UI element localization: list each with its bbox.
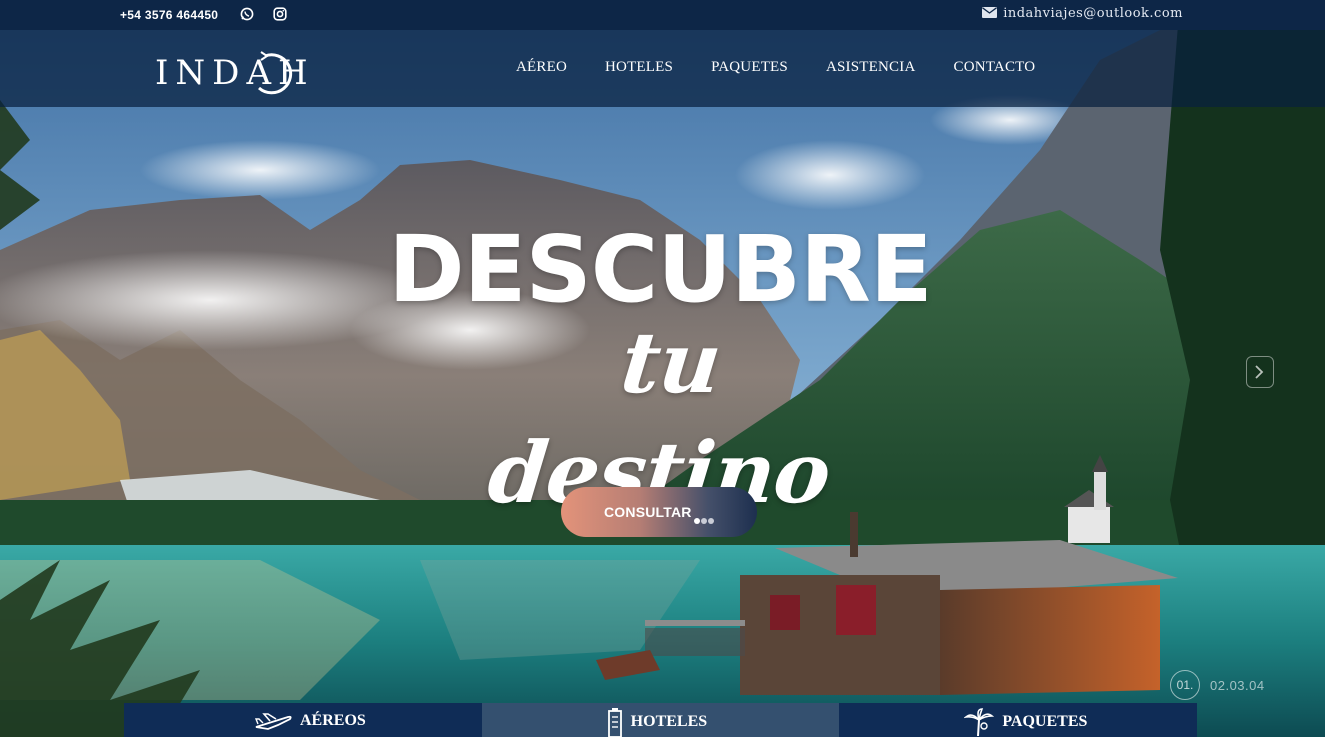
envelope-icon [982,7,998,18]
nav-link-hoteles[interactable]: HOTELES [596,59,682,76]
logo-crescent-icon [258,51,293,95]
nav-link-aereo[interactable]: AÉREO [507,59,576,76]
tab-aereos[interactable]: AÉREOS [124,703,482,737]
nav-link-asistencia[interactable]: ASISTENCIA [817,59,925,76]
nav-links: AÉREO HOTELES PAQUETES ASISTENCIA CONTAC… [497,59,1054,76]
loading-dots-icon [694,511,715,527]
hotel-building-icon [607,708,622,737]
slide-indicator-current[interactable]: 01. [1170,670,1200,700]
slider-next-button[interactable] [1246,356,1274,388]
airplane-icon [254,713,292,730]
palm-tree-icon [964,708,995,736]
hero-headline: DESCUBRE [388,216,933,323]
instagram-icon[interactable] [273,7,287,21]
phone-number[interactable]: +54 3576 464450 [120,8,218,22]
tab-paquetes[interactable]: PAQUETES [839,703,1198,737]
consultar-button-label: CONSULTAR [604,504,692,520]
email-contact[interactable]: indahviajes@outlook.com [982,6,1183,21]
main-navbar: INDAH AÉREO HOTELES PAQUETES ASISTENCIA … [0,30,1325,107]
tab-hoteles[interactable]: HOTELES [481,703,840,737]
email-address: indahviajes@outlook.com [1003,6,1183,21]
nav-link-paquetes[interactable]: PAQUETES [702,59,797,76]
nav-link-contacto[interactable]: CONTACTO [944,59,1044,76]
service-tabs: AÉREOS HOTELES PAQUETES [124,703,1198,737]
slide-indicator-others[interactable]: 02.03.04 [1210,678,1265,693]
consultar-button[interactable]: CONSULTAR [561,487,757,537]
brand-logo[interactable]: INDAH [155,50,308,102]
tab-paquetes-label: PAQUETES [1002,713,1088,730]
tab-hoteles-label: HOTELES [630,713,708,730]
chevron-right-icon [1255,365,1264,379]
whatsapp-icon[interactable] [240,7,254,21]
tab-aereos-label: AÉREOS [300,712,366,729]
top-contact-bar: +54 3576 464450 indahviajes@outlook.com [0,0,1325,30]
